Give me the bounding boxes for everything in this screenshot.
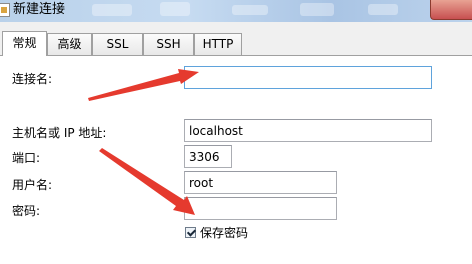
username-label: 用户名: — [12, 178, 53, 192]
save-password-label: 保存密码 — [200, 226, 249, 240]
tab-ssh[interactable]: SSH — [143, 33, 194, 55]
save-password-checkbox[interactable] — [185, 227, 196, 238]
background-blur — [92, 4, 132, 16]
host-label: 主机名或 IP 地址: — [12, 126, 107, 140]
background-blur — [232, 5, 268, 15]
connection-name-label: 连接名: — [12, 72, 53, 86]
password-input[interactable] — [184, 197, 337, 220]
tab-general[interactable]: 常规 — [2, 31, 47, 56]
window-title: 新建连接 — [13, 2, 66, 17]
port-label: 端口: — [12, 151, 41, 165]
password-label: 密码: — [12, 204, 41, 218]
app-icon — [0, 3, 10, 17]
tab-http[interactable]: HTTP — [194, 33, 242, 55]
background-blur — [160, 2, 190, 16]
title-bar[interactable]: 新建连接 — [0, 0, 472, 22]
tab-ssl[interactable]: SSL — [92, 33, 143, 55]
background-blur — [368, 4, 398, 15]
username-input[interactable] — [184, 171, 337, 194]
connection-name-input[interactable] — [184, 66, 432, 89]
port-input[interactable] — [184, 145, 232, 168]
tab-advanced[interactable]: 高级 — [47, 33, 92, 55]
close-button[interactable] — [430, 0, 472, 20]
host-input[interactable] — [184, 119, 432, 142]
background-blur — [300, 3, 334, 16]
